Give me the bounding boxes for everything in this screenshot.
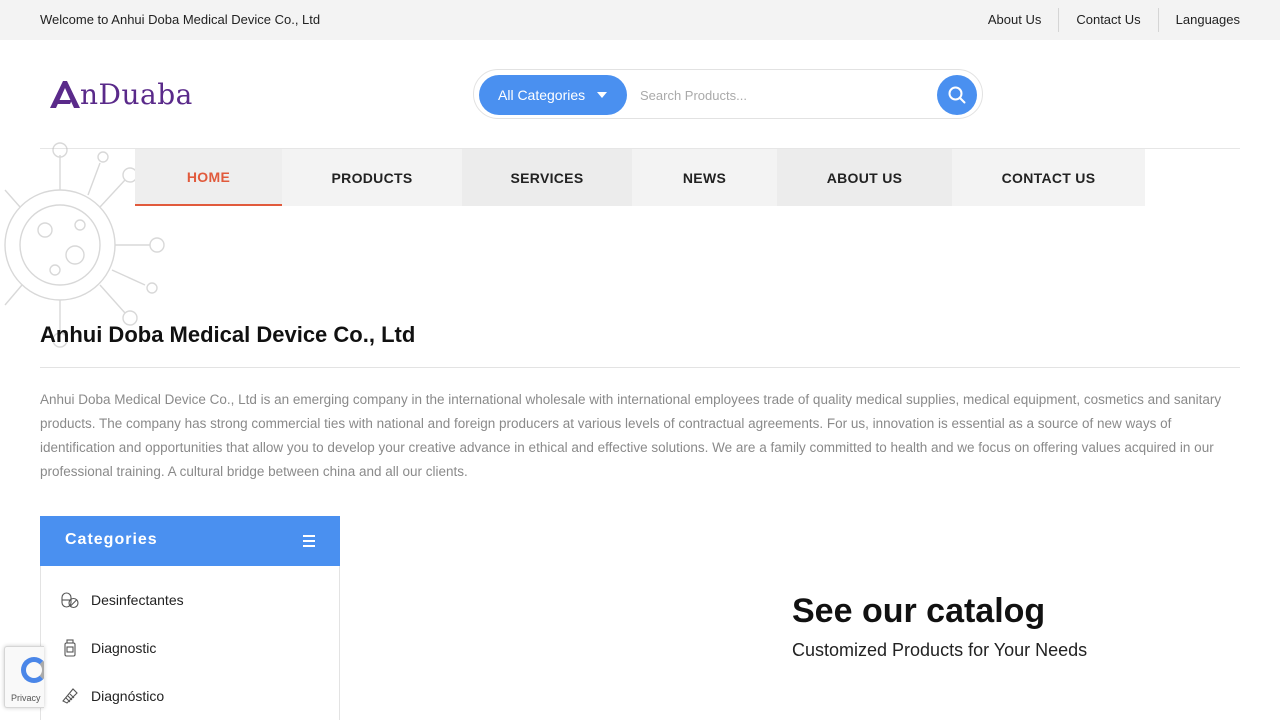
page-title: Anhui Doba Medical Device Co., Ltd — [40, 322, 416, 347]
main-nav: HOME PRODUCTS SERVICES NEWS ABOUT US CON… — [135, 149, 1145, 206]
category-dropdown[interactable]: All Categories — [479, 75, 627, 115]
nav-contact-us[interactable]: CONTACT US — [952, 149, 1145, 206]
recaptcha-icon — [21, 657, 44, 683]
catalog-subtitle: Customized Products for Your Needs — [792, 640, 1088, 660]
nav-about-us[interactable]: ABOUT US — [777, 149, 952, 206]
bottle-icon — [64, 639, 76, 657]
search-bar: All Categories — [473, 69, 983, 119]
categories-title: Categories — [65, 531, 158, 548]
catalog-title: See our catalog — [792, 592, 1046, 630]
bandage-icon — [62, 688, 78, 704]
top-link-about-us[interactable]: About Us — [971, 9, 1058, 31]
category-item-label: Diagnóstico — [91, 688, 165, 704]
logo-a-mark-icon — [50, 81, 80, 108]
top-links: About Us Contact Us Languages — [971, 8, 1240, 32]
caret-down-icon — [597, 92, 607, 98]
search-button[interactable] — [937, 75, 977, 115]
category-item-label: Desinfectantes — [91, 592, 184, 608]
menu-icon — [303, 535, 315, 547]
category-item-desinfectantes[interactable]: Desinfectantes — [61, 588, 184, 612]
category-item-diagnostic[interactable]: Diagnostic — [61, 636, 156, 660]
logo-text: nDuaba — [80, 77, 193, 111]
nav-news[interactable]: NEWS — [632, 149, 777, 206]
categories-panel: Categories Desinfectantes Diagnostic Dia… — [40, 516, 340, 720]
category-item-diagnostico[interactable]: Diagnóstico — [61, 684, 164, 708]
pills-icon — [61, 592, 79, 609]
company-description: Anhui Doba Medical Device Co., Ltd is an… — [40, 392, 1222, 479]
search-input[interactable] — [640, 82, 930, 108]
site-logo[interactable]: nDuaba — [48, 74, 193, 114]
top-bar: Welcome to Anhui Doba Medical Device Co.… — [0, 0, 1280, 40]
category-item-label: Diagnostic — [91, 640, 157, 656]
recaptcha-badge[interactable]: Privacy — [4, 646, 44, 708]
title-divider — [40, 367, 1240, 368]
category-dropdown-label: All Categories — [498, 87, 586, 103]
nav-products[interactable]: PRODUCTS — [282, 149, 462, 206]
categories-header[interactable]: Categories — [40, 516, 340, 566]
top-link-contact-us[interactable]: Contact Us — [1059, 9, 1157, 31]
welcome-text: Welcome to Anhui Doba Medical Device Co.… — [40, 12, 321, 27]
search-icon — [948, 86, 966, 104]
nav-home[interactable]: HOME — [135, 149, 282, 206]
top-link-languages[interactable]: Languages — [1159, 9, 1240, 31]
recaptcha-privacy-link[interactable]: Privacy — [11, 693, 41, 703]
nav-services[interactable]: SERVICES — [462, 149, 632, 206]
